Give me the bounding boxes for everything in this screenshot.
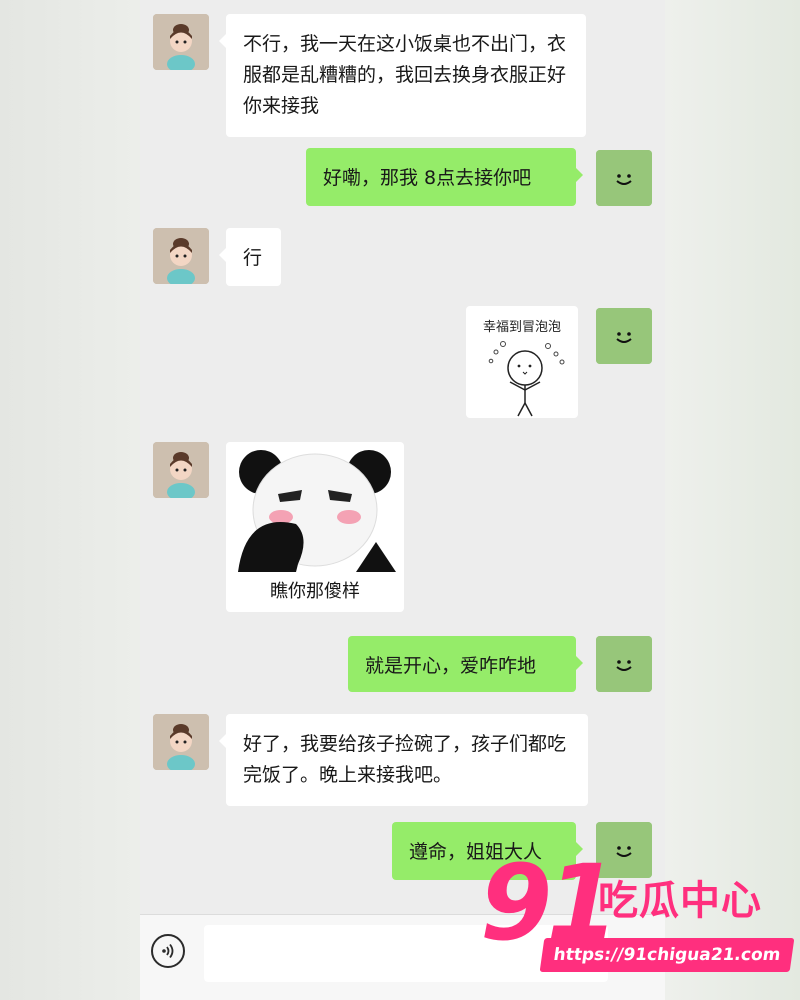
sticker-caption: 瞧你那傻样 [270, 581, 360, 602]
contact-avatar[interactable] [153, 228, 209, 284]
message-bubble[interactable]: 好了，我要给孩子捡碗了，孩子们都吃完饭了。晚上来接我吧。 [219, 714, 588, 806]
stick-figure-bubbles-icon [488, 341, 565, 417]
sticker-message[interactable]: 幸福到冒泡泡 [466, 306, 578, 418]
voice-icon[interactable] [151, 934, 185, 968]
panda-face-blush-icon [238, 450, 396, 572]
watermark-url: https://91chigua21.com [539, 938, 795, 972]
message-bubble[interactable]: 行 [219, 228, 281, 286]
message-bubble[interactable]: 不行，我一天在这小饭桌也不出门，衣服都是乱糟糟的，我回去换身衣服正好你来接我 [219, 14, 586, 137]
my-avatar[interactable] [596, 636, 652, 692]
message-bubble[interactable]: 就是开心，爱咋咋地 [348, 636, 583, 692]
watermark: 91 吃瓜中心 https://91chigua21.com [480, 848, 800, 978]
girl-avatar-icon [153, 442, 209, 498]
girl-avatar-icon [153, 228, 209, 284]
my-avatar[interactable] [596, 150, 652, 206]
contact-avatar[interactable] [153, 442, 209, 498]
smiley-avatar-icon [596, 150, 652, 206]
background-left [0, 0, 140, 1000]
smiley-avatar-icon [596, 308, 652, 364]
watermark-title: 吃瓜中心 [598, 878, 762, 924]
girl-avatar-icon [153, 714, 209, 770]
smiley-avatar-icon [596, 636, 652, 692]
contact-avatar[interactable] [153, 714, 209, 770]
girl-avatar-icon [153, 14, 209, 70]
my-avatar[interactable] [596, 308, 652, 364]
contact-avatar[interactable] [153, 14, 209, 70]
sound-wave-icon [162, 943, 174, 959]
sticker-message[interactable]: 瞧你那傻样 [226, 442, 404, 612]
message-bubble[interactable]: 好嘞，那我 8点去接你吧 [306, 148, 583, 206]
